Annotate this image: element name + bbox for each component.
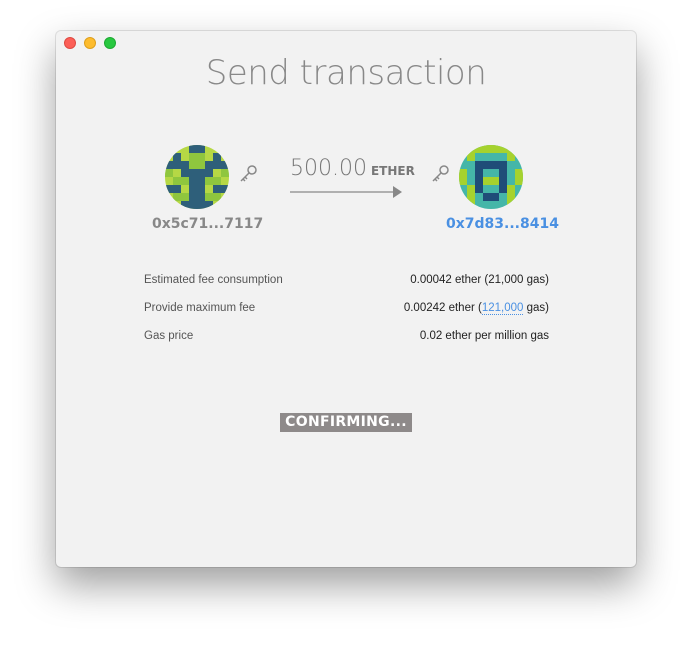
maximize-window-button[interactable]	[104, 37, 116, 49]
confirming-status-badge: CONFIRMING...	[280, 413, 412, 432]
maximum-fee-suffix: gas)	[523, 302, 549, 314]
to-address[interactable]: 0x7d83...8414	[446, 216, 559, 232]
amount-value: 500.00	[290, 156, 367, 181]
maximum-fee-value: 0.00242 ether (121,000 gas)	[404, 299, 549, 327]
amount-unit: ETHER	[370, 164, 415, 178]
amount-display: 500.00 ETHER	[290, 156, 415, 181]
key-icon	[432, 165, 449, 182]
maximum-fee-prefix: 0.00242 ether (	[403, 302, 482, 314]
gas-price-label: Gas price	[144, 330, 194, 342]
from-account-identicon	[165, 145, 229, 209]
gas-price-row: Gas price 0.02 ether per million gas	[144, 327, 549, 355]
maximum-fee-row: Provide maximum fee 0.00242 ether (121,0…	[144, 299, 549, 327]
estimated-fee-value: 0.00042 ether (21,000 gas)	[410, 274, 549, 286]
estimated-fee-label: Estimated fee consumption	[144, 274, 283, 286]
from-address[interactable]: 0x5c71...7117	[152, 216, 263, 232]
to-account-identicon	[459, 145, 523, 209]
maximum-fee-label: Provide maximum fee	[144, 302, 256, 314]
close-window-button[interactable]	[64, 37, 76, 49]
fee-details: Estimated fee consumption 0.00042 ether …	[144, 271, 549, 355]
arrow-right-icon	[290, 186, 402, 198]
gas-limit-link[interactable]: 121,000	[481, 302, 524, 315]
estimated-fee-row: Estimated fee consumption 0.00042 ether …	[144, 271, 549, 299]
send-transaction-window: Send transaction 0x5c71...7117 500.00 ET…	[56, 31, 636, 567]
key-icon	[240, 165, 257, 182]
page-title: Send transaction	[205, 53, 487, 93]
minimize-window-button[interactable]	[84, 37, 96, 49]
gas-price-value: 0.02 ether per million gas	[419, 330, 549, 342]
window-controls	[64, 37, 116, 49]
